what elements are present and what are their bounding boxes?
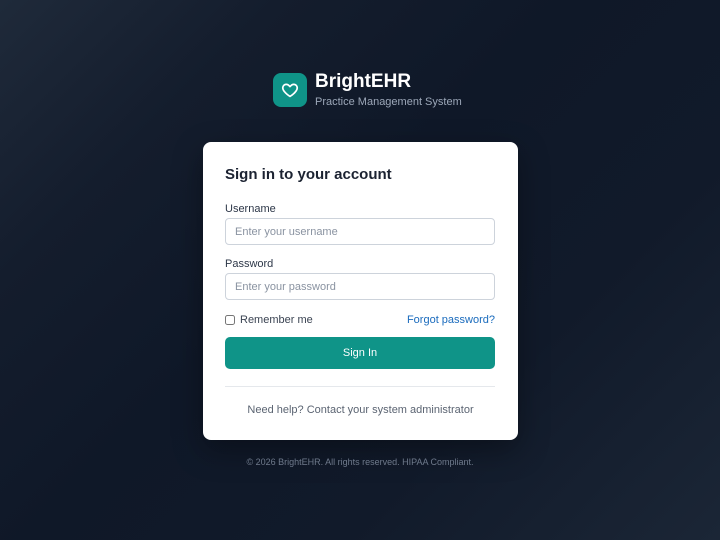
password-label: Password: [225, 258, 274, 270]
heart-icon: [281, 83, 299, 98]
brand-tagline: Practice Management System: [315, 95, 462, 108]
footer-text: © 2026 BrightEHR. All rights reserved. H…: [246, 457, 474, 467]
brand-text: BrightEHR Practice Management System: [315, 70, 462, 109]
login-card: Sign in to your account Username Passwor…: [203, 142, 518, 440]
remember-me-label[interactable]: Remember me: [240, 314, 313, 326]
username-input[interactable]: [225, 218, 495, 245]
brand-name: BrightEHR: [315, 70, 412, 92]
divider: [225, 386, 495, 387]
username-label: Username: [225, 203, 276, 215]
brand-header: BrightEHR Practice Management System: [273, 70, 462, 109]
forgot-password-link[interactable]: Forgot password?: [407, 313, 495, 327]
remember-me-checkbox[interactable]: [225, 315, 235, 325]
help-text: Need help? Contact your system administr…: [247, 404, 474, 416]
brand-logo: [273, 73, 307, 107]
sign-in-button[interactable]: Sign In: [225, 337, 495, 369]
password-input[interactable]: [225, 273, 495, 300]
remember-me: Remember me: [225, 313, 313, 327]
login-title: Sign in to your account: [225, 166, 392, 183]
